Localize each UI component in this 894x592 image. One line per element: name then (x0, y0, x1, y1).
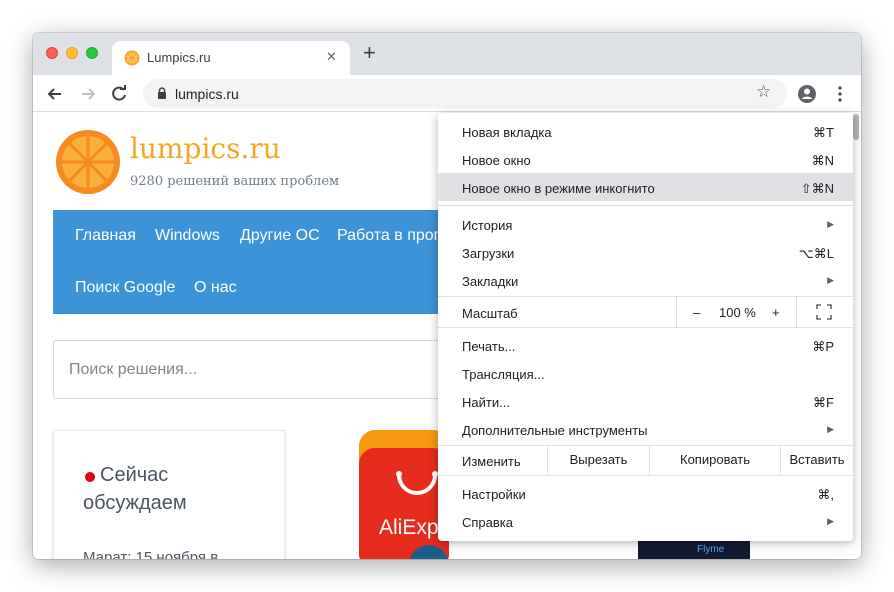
menu-item-history[interactable]: История ▶ (438, 210, 853, 238)
plus-icon[interactable]: + (363, 42, 376, 64)
toolbar: lumpics.ru ☆ (33, 75, 861, 112)
menu-item-new-tab[interactable]: Новая вкладка ⌘T (438, 117, 853, 145)
menu-item-shortcut: ⌘, (817, 487, 834, 502)
menu-item-label: Найти... (462, 395, 510, 410)
menu-item-help[interactable]: Справка ▶ (438, 507, 853, 535)
flyme-text: Flyme (697, 544, 725, 555)
fullscreen-box (796, 297, 853, 327)
site-tagline: 9280 решений ваших проблем (130, 174, 340, 189)
cut-button[interactable]: Вырезать (547, 445, 649, 475)
tab-strip: Lumpics.ru ✕ + (33, 33, 861, 75)
zoom-value: 100 % (719, 305, 756, 320)
discussion-card: Сейчас обсуждаем Марат: 15 ноября в (53, 430, 285, 559)
menu-item-label: Справка (462, 515, 513, 530)
copy-button[interactable]: Копировать (649, 445, 780, 475)
menu-item-shortcut: ⌥⌘L (798, 246, 834, 261)
discussion-title-line2: обсуждаем (83, 492, 187, 514)
submenu-arrow-icon: ▶ (827, 219, 834, 229)
site-logo[interactable] (55, 129, 121, 195)
nav-item-programs[interactable]: Работа в прог (337, 227, 439, 245)
forward-arrow-icon[interactable] (77, 83, 99, 105)
back-arrow-icon[interactable] (44, 83, 66, 105)
chrome-main-menu: Новая вкладка ⌘T Новое окно ⌘N Новое окн… (438, 113, 853, 541)
menu-item-cast[interactable]: Трансляция... (438, 359, 853, 387)
menu-item-shortcut: ⇧⌘N (800, 181, 834, 196)
menu-item-label: Закладки (462, 274, 519, 289)
lock-icon (158, 87, 166, 99)
zoom-out-button[interactable]: – (693, 305, 700, 320)
browser-window: Lumpics.ru ✕ + lumpics.ru ☆ lumpics.ru 9… (33, 33, 861, 559)
menu-item-label: Печать... (462, 339, 516, 354)
nav-item-windows[interactable]: Windows (155, 227, 220, 245)
url-text: lumpics.ru (175, 86, 239, 102)
menu-item-label: Дополнительные инструменты (462, 423, 648, 438)
nav-item-about[interactable]: О нас (194, 279, 237, 297)
tab-title: Lumpics.ru (147, 50, 211, 65)
close-icon[interactable]: ✕ (326, 49, 337, 65)
tab-lumpics[interactable]: Lumpics.ru ✕ (112, 41, 350, 75)
fullscreen-icon[interactable] (816, 304, 832, 320)
menu-item-bookmarks[interactable]: Закладки ▶ (438, 266, 853, 294)
nav-item-home[interactable]: Главная (75, 227, 136, 245)
edit-label: Изменить (462, 454, 521, 469)
menu-item-new-incognito-window[interactable]: Новое окно в режиме инкогнито ⇧⌘N (438, 173, 853, 201)
scrollbar-thumb[interactable] (853, 114, 859, 140)
menu-separator (438, 205, 853, 206)
menu-item-print[interactable]: Печать... ⌘P (438, 331, 853, 359)
menu-item-label: Новая вкладка (462, 125, 552, 140)
discussion-meta[interactable]: Марат: 15 ноября в (83, 549, 218, 559)
menu-item-new-window[interactable]: Новое окно ⌘N (438, 145, 853, 173)
minimize-window-button[interactable] (66, 47, 78, 59)
menu-item-settings[interactable]: Настройки ⌘, (438, 479, 853, 507)
menu-item-label: Новое окно (462, 153, 531, 168)
menu-item-find[interactable]: Найти... ⌘F (438, 387, 853, 415)
zoom-in-button[interactable]: + (772, 305, 780, 320)
live-dot-icon (85, 472, 95, 482)
menu-item-label: История (462, 218, 513, 233)
menu-item-more-tools[interactable]: Дополнительные инструменты ▶ (438, 415, 853, 443)
orange-icon (124, 50, 140, 66)
reload-icon[interactable] (108, 83, 130, 105)
menu-edit-row: Изменить Вырезать Копировать Вставить (438, 445, 853, 475)
zoom-label: Масштаб (462, 306, 518, 321)
star-icon[interactable]: ☆ (756, 82, 771, 102)
aliexpress-image[interactable]: AliExp (359, 430, 449, 559)
menu-separator (438, 327, 853, 328)
three-dot-menu-icon[interactable] (829, 83, 851, 105)
site-search-input[interactable]: Поиск решения... (53, 340, 473, 399)
menu-item-shortcut: ⌘P (812, 339, 834, 354)
menu-item-downloads[interactable]: Загрузки ⌥⌘L (438, 238, 853, 266)
flyme-image[interactable]: Flyme (638, 540, 750, 559)
site-name[interactable]: lumpics.ru (130, 132, 281, 165)
address-bar[interactable]: lumpics.ru ☆ (143, 79, 787, 108)
submenu-arrow-icon: ▶ (827, 275, 834, 285)
search-placeholder: Поиск решения... (69, 361, 198, 378)
zoom-controls: – 100 % + (676, 297, 796, 327)
close-window-button[interactable] (46, 47, 58, 59)
nav-item-google-search[interactable]: Поиск Google (75, 279, 175, 297)
menu-zoom-row: Масштаб – 100 % + (438, 297, 853, 327)
menu-item-shortcut: ⌘N (811, 153, 834, 168)
site-navbar: Главная Windows Другие ОС Работа в прог … (53, 210, 473, 314)
menu-item-label: Новое окно в режиме инкогнито (462, 181, 655, 196)
menu-item-label: Настройки (462, 487, 526, 502)
aliexpress-text: AliExp (379, 516, 439, 539)
paste-button[interactable]: Вставить (780, 445, 853, 475)
menu-item-label: Загрузки (462, 246, 515, 261)
menu-separator (438, 475, 853, 476)
submenu-arrow-icon: ▶ (827, 516, 834, 526)
menu-item-shortcut: ⌘F (813, 395, 834, 410)
profile-icon[interactable] (796, 83, 818, 105)
nav-item-other-os[interactable]: Другие ОС (240, 227, 320, 245)
zoom-window-button[interactable] (86, 47, 98, 59)
menu-item-label: Трансляция... (462, 367, 545, 382)
submenu-arrow-icon: ▶ (827, 424, 834, 434)
discussion-title-line1: Сейчас (100, 464, 169, 486)
menu-item-shortcut: ⌘T (813, 125, 834, 140)
